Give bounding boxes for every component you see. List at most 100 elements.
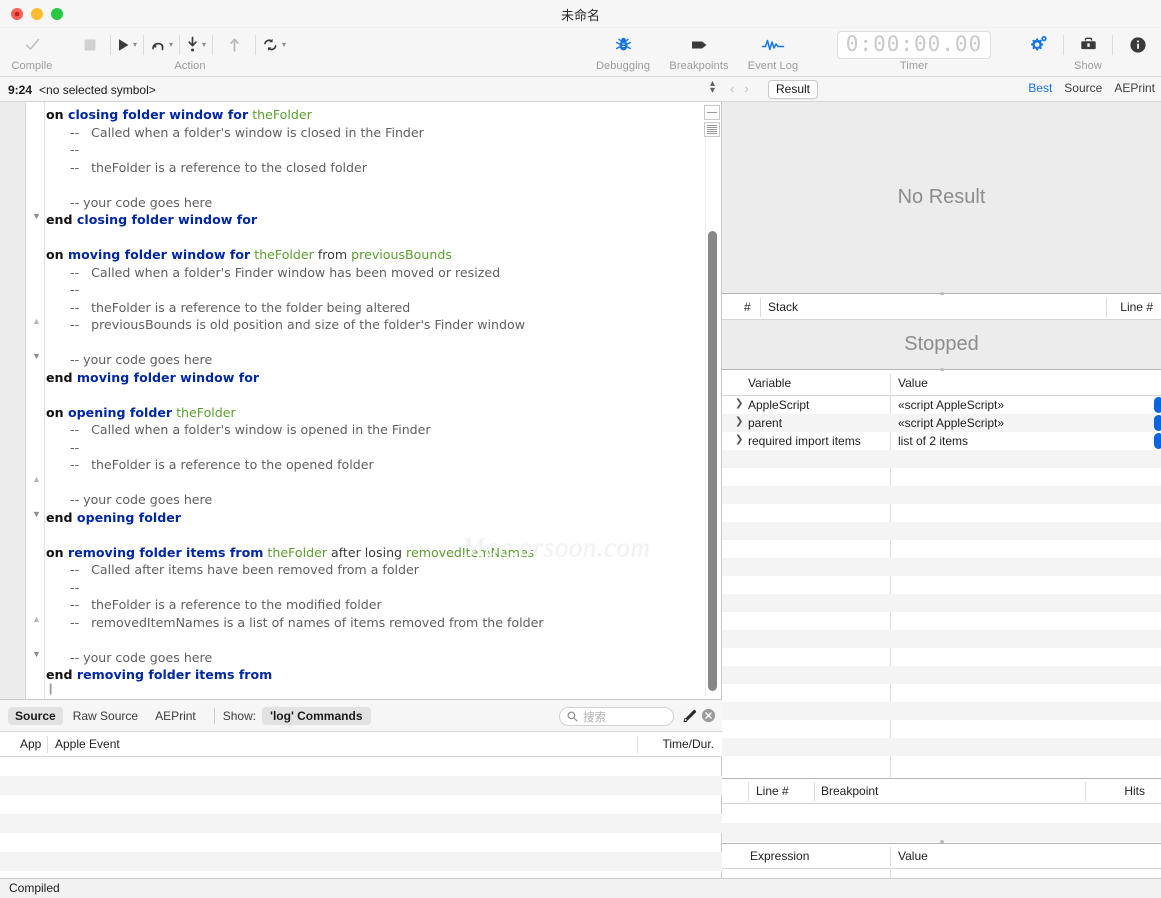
- editor-resize-handle[interactable]: ❙: [46, 682, 55, 695]
- table-row[interactable]: [0, 795, 722, 814]
- fold-down-icon[interactable]: ▼: [31, 351, 42, 362]
- editor-scrollbar-thumb[interactable]: [708, 231, 717, 691]
- code-editor[interactable]: on closing folder window for theFolder -…: [0, 102, 722, 699]
- table-row[interactable]: [0, 833, 722, 852]
- stack-col-line[interactable]: Line #: [1120, 300, 1153, 314]
- code-line: end moving folder window for: [46, 369, 260, 385]
- info-icon[interactable]: [1119, 32, 1156, 58]
- result-tab[interactable]: Result: [768, 80, 819, 99]
- table-row[interactable]: [722, 702, 1161, 720]
- split-lines-icon[interactable]: [704, 122, 720, 137]
- clear-log-pen-icon[interactable]: [682, 708, 698, 729]
- log-search-field[interactable]: 搜索: [559, 707, 674, 726]
- segment-aeprint[interactable]: AEPrint: [1114, 81, 1155, 95]
- table-row[interactable]: [722, 630, 1161, 648]
- table-row[interactable]: ❯ required import items list of 2 items: [722, 432, 1161, 450]
- bp-col-breakpoint[interactable]: Breakpoint: [821, 784, 878, 798]
- split-single-icon[interactable]: [704, 105, 720, 120]
- table-row[interactable]: [722, 486, 1161, 504]
- clear-log-close-icon[interactable]: [701, 708, 716, 728]
- stack-col-stack[interactable]: Stack: [768, 300, 798, 314]
- table-row[interactable]: [722, 450, 1161, 468]
- editor-nav-left: 9:24 <no selected symbol>: [8, 77, 156, 102]
- log-tab-raw-source[interactable]: Raw Source: [66, 707, 145, 725]
- toolbar-divider: [179, 34, 181, 55]
- run-icon[interactable]: ▾: [117, 32, 137, 58]
- log-col-time-dur[interactable]: Time/Dur.: [662, 737, 714, 751]
- back-chevron-icon[interactable]: ‹: [730, 81, 734, 96]
- table-row[interactable]: ❯ AppleScript «script AppleScript»: [722, 396, 1161, 414]
- table-row[interactable]: [722, 540, 1161, 558]
- variable-scroll-badge[interactable]: [1154, 415, 1161, 431]
- breakpoint-tag-icon[interactable]: [689, 32, 709, 58]
- waveform-icon[interactable]: [761, 32, 785, 58]
- table-row[interactable]: [722, 666, 1161, 684]
- step-out-icon[interactable]: [219, 32, 249, 58]
- run-menu-chevron-icon[interactable]: ▾: [133, 40, 137, 49]
- table-row[interactable]: [722, 522, 1161, 540]
- log-col-app[interactable]: App: [20, 737, 41, 751]
- table-row[interactable]: [722, 804, 1161, 823]
- stop-icon[interactable]: [76, 32, 104, 58]
- checkmark-icon[interactable]: [24, 32, 41, 58]
- fold-down-icon[interactable]: ▼: [31, 211, 42, 222]
- segment-best[interactable]: Best: [1028, 81, 1052, 95]
- record-icon[interactable]: ▾: [150, 32, 173, 58]
- fold-up-icon[interactable]: ▲: [31, 474, 42, 485]
- table-row[interactable]: [722, 594, 1161, 612]
- stack-col-number[interactable]: #: [744, 300, 751, 314]
- bug-icon[interactable]: [614, 32, 633, 58]
- table-row[interactable]: [722, 558, 1161, 576]
- toolbar-divider: [1062, 34, 1064, 55]
- log-tab-aeprint[interactable]: AEPrint: [148, 707, 203, 725]
- table-row[interactable]: [722, 648, 1161, 666]
- expressions-column-headers: Expression Value: [722, 844, 1161, 869]
- table-row[interactable]: [0, 757, 722, 776]
- log-tab-source[interactable]: Source: [8, 706, 63, 725]
- gear-icon[interactable]: [1020, 32, 1057, 58]
- vars-col-variable[interactable]: Variable: [748, 376, 791, 390]
- table-row[interactable]: [0, 852, 722, 871]
- expr-col-expression[interactable]: Expression: [750, 849, 809, 863]
- code-line: on closing folder window for theFolder: [46, 107, 312, 122]
- table-row[interactable]: [722, 720, 1161, 738]
- fold-down-icon[interactable]: ▼: [31, 509, 42, 520]
- variable-scroll-badge[interactable]: [1154, 433, 1161, 449]
- table-row[interactable]: [722, 468, 1161, 486]
- fold-down-icon[interactable]: ▼: [31, 649, 42, 660]
- compile-reload-chevron-icon[interactable]: ▾: [282, 40, 286, 49]
- pane-stepper[interactable]: ▴ ▾: [710, 79, 715, 96]
- log-show-filter[interactable]: 'log' Commands: [262, 706, 371, 725]
- variable-scroll-badge[interactable]: [1154, 397, 1161, 413]
- table-row[interactable]: [0, 776, 722, 795]
- table-row[interactable]: [722, 756, 1161, 774]
- chevron-right-icon[interactable]: ❯: [735, 416, 743, 427]
- step-in-icon[interactable]: ▾: [186, 32, 206, 58]
- toolbox-icon[interactable]: [1070, 32, 1107, 58]
- segment-source[interactable]: Source: [1064, 81, 1102, 95]
- table-row[interactable]: [722, 612, 1161, 630]
- table-row[interactable]: ❯ parent «script AppleScript»: [722, 414, 1161, 432]
- step-menu-chevron-icon[interactable]: ▾: [202, 40, 206, 49]
- table-row[interactable]: [722, 504, 1161, 522]
- table-row[interactable]: [0, 814, 722, 833]
- fold-up-icon[interactable]: ▲: [31, 614, 42, 625]
- table-row[interactable]: [722, 738, 1161, 756]
- code-text[interactable]: on closing folder window for theFolder -…: [46, 106, 693, 684]
- record-menu-chevron-icon[interactable]: ▾: [169, 40, 173, 49]
- vars-col-value[interactable]: Value: [898, 376, 928, 390]
- toolbar-label-timer: Timer: [899, 60, 929, 72]
- log-col-apple-event[interactable]: Apple Event: [55, 737, 120, 751]
- compile-reload-icon[interactable]: ▾: [262, 32, 286, 58]
- table-row[interactable]: [722, 684, 1161, 702]
- forward-chevron-icon[interactable]: ›: [744, 81, 748, 96]
- fold-up-icon[interactable]: ▲: [31, 316, 42, 327]
- chevron-right-icon[interactable]: ❯: [735, 434, 743, 445]
- chevron-right-icon[interactable]: ❯: [735, 398, 743, 409]
- bp-col-hits[interactable]: Hits: [1124, 784, 1145, 798]
- symbol-popup[interactable]: <no selected symbol>: [39, 83, 156, 97]
- expr-col-value[interactable]: Value: [898, 849, 928, 863]
- table-row[interactable]: [722, 576, 1161, 594]
- bp-col-line[interactable]: Line #: [756, 784, 789, 798]
